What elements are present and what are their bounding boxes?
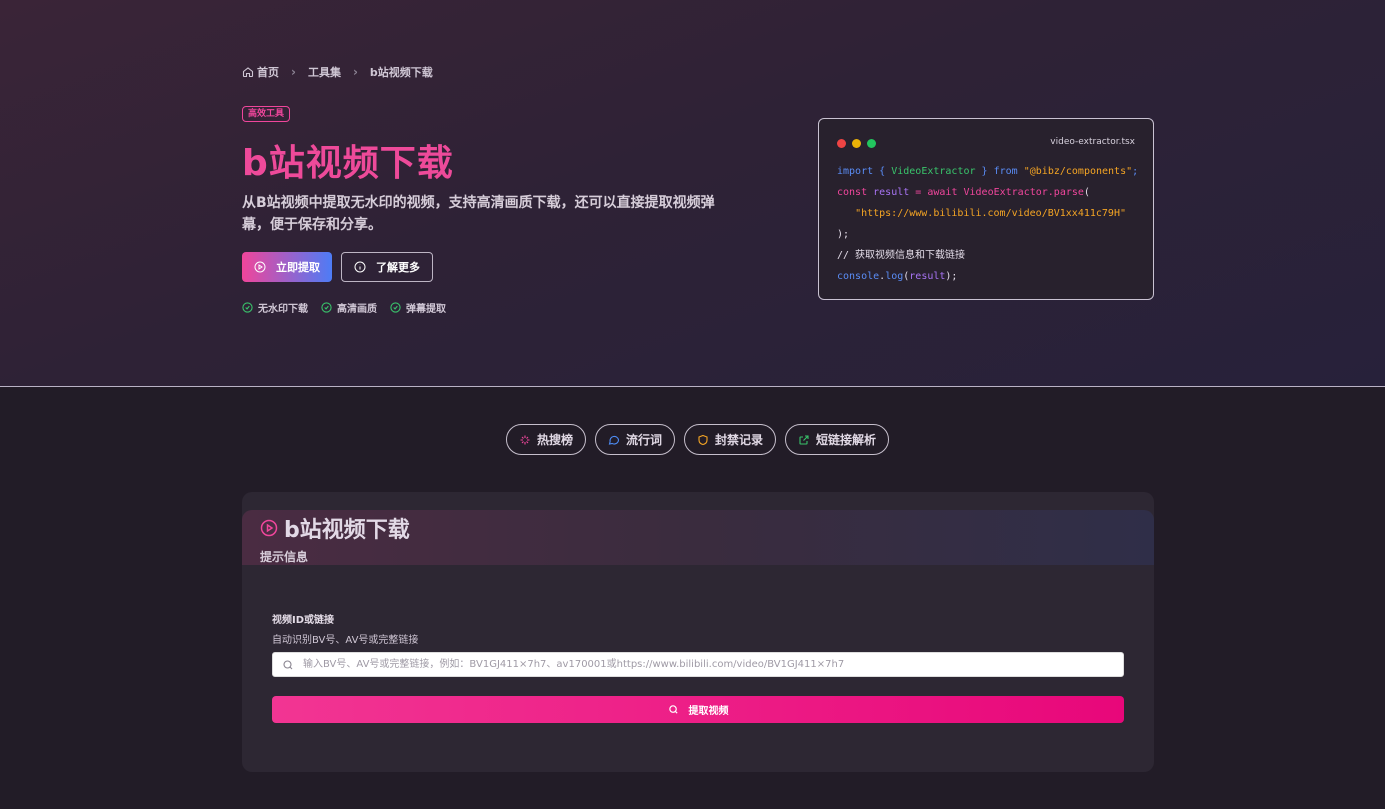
- tool-ban-records[interactable]: 封禁记录: [684, 424, 777, 455]
- extract-now-label: 立即提取: [276, 261, 320, 274]
- search-icon: [283, 660, 293, 670]
- code-line: // 获取视频信息和下载链接: [837, 250, 966, 261]
- yellow-dot-icon: [852, 139, 861, 148]
- breadcrumb-current: b站视频下载: [369, 66, 433, 79]
- check-circle-icon: [321, 302, 332, 313]
- hero-title: b站视频下载: [242, 143, 454, 184]
- chevron-right-icon: ›: [352, 65, 358, 79]
- video-id-input[interactable]: [303, 653, 1118, 676]
- code-line: console.log(result);: [837, 271, 958, 282]
- breadcrumb: 首页 › 工具集 › b站视频下载: [242, 64, 433, 80]
- feature-label: 无水印下载: [258, 304, 308, 315]
- extract-video-button[interactable]: 提取视频: [272, 696, 1124, 723]
- code-line: import { VideoExtractor } from "@bibz/co…: [837, 166, 1139, 177]
- video-id-label: 视频ID或链接: [272, 615, 335, 626]
- window-controls: [837, 139, 876, 148]
- learn-more-button[interactable]: 了解更多: [341, 252, 433, 282]
- shield-icon: [698, 434, 708, 445]
- hero-section: 首页 › 工具集 › b站视频下载 高效工具 b站视频下载 从B站视频中提取无水…: [0, 0, 1385, 387]
- play-circle-icon: [254, 261, 266, 273]
- code-line: const result = await VideoExtractor.pars…: [837, 187, 1090, 198]
- tool-trending-words[interactable]: 流行词: [595, 424, 676, 455]
- tool-label: 热搜榜: [537, 433, 574, 447]
- video-id-help: 自动识别BV号、AV号或完整链接: [272, 635, 419, 646]
- search-box: [272, 652, 1124, 677]
- breadcrumb-home-label: 首页: [257, 66, 279, 79]
- info-icon: [354, 261, 366, 273]
- tool-label: 封禁记录: [715, 433, 764, 447]
- code-preview-card: video-extractor.tsx import { VideoExtrac…: [818, 118, 1154, 300]
- search-icon: [668, 705, 678, 714]
- panel-subtitle: 提示信息: [260, 550, 309, 564]
- chevron-right-icon: ›: [291, 65, 296, 79]
- code-line: );: [837, 229, 850, 240]
- learn-more-label: 了解更多: [376, 261, 420, 274]
- extract-video-label: 提取视频: [688, 706, 729, 717]
- code-line: "https://www.bilibili.com/video/BV1xx411…: [855, 208, 1126, 219]
- tool-hot-search[interactable]: 热搜榜: [506, 424, 587, 455]
- panel-header: b站视频下载 提示信息: [242, 510, 1154, 565]
- chat-icon: [608, 435, 620, 445]
- red-dot-icon: [837, 139, 846, 148]
- feature-item: 高清画质: [321, 300, 377, 315]
- tools-nav: 热搜榜 流行词 封禁记录 短链接解析: [506, 424, 890, 455]
- home-icon: [242, 67, 254, 78]
- panel-title: b站视频下载: [260, 512, 410, 544]
- external-link-icon: [799, 434, 809, 445]
- green-dot-icon: [867, 139, 876, 148]
- tool-short-link[interactable]: 短链接解析: [785, 424, 890, 455]
- sparkle-icon: [520, 435, 530, 444]
- feature-label: 弹幕提取: [406, 304, 446, 315]
- code-body: import { VideoExtractor } from "@bibz/co…: [837, 161, 1138, 287]
- tool-label: 流行词: [626, 433, 663, 447]
- breadcrumb-home[interactable]: 首页: [242, 64, 279, 80]
- download-panel: b站视频下载 提示信息 视频ID或链接 自动识别BV号、AV号或完整链接 提取视…: [242, 492, 1154, 772]
- breadcrumb-tools[interactable]: 工具集: [308, 64, 341, 80]
- feature-item: 弹幕提取: [390, 300, 446, 315]
- tool-label: 短链接解析: [816, 433, 877, 447]
- check-circle-icon: [390, 302, 401, 313]
- panel-title-text: b站视频下载: [284, 518, 410, 543]
- play-circle-icon: [260, 519, 278, 537]
- code-filename: video-extractor.tsx: [1050, 137, 1135, 147]
- hero-description: 从B站视频中提取无水印的视频，支持高清画质下载，还可以直接提取视频弹幕，便于保存…: [242, 195, 715, 233]
- extract-now-button[interactable]: 立即提取: [242, 252, 332, 282]
- feature-list: 无水印下载 高清画质 弹幕提取: [242, 300, 446, 315]
- feature-item: 无水印下载: [242, 300, 308, 315]
- hero-badge: 高效工具: [242, 106, 291, 122]
- feature-label: 高清画质: [337, 304, 377, 315]
- check-circle-icon: [242, 302, 253, 313]
